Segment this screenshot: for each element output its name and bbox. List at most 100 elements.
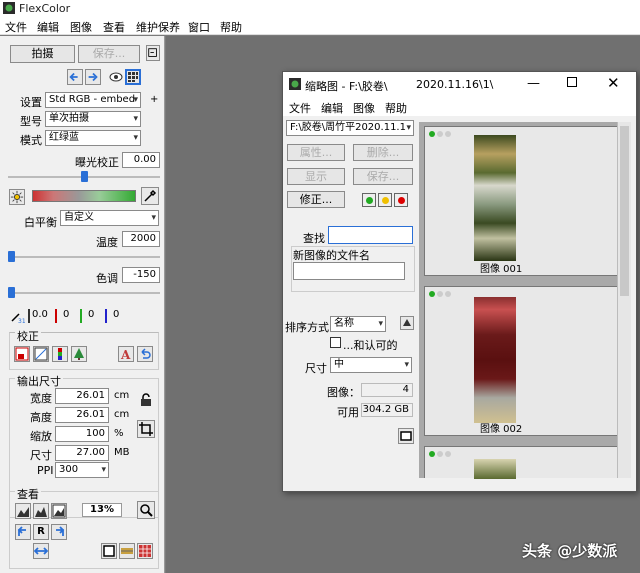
zoom-button[interactable]	[137, 501, 155, 519]
thumbnail-card[interactable]: 图像 002	[424, 286, 622, 436]
rotate-left-button[interactable]	[15, 524, 31, 540]
grid-overlay-button[interactable]	[137, 543, 153, 559]
wb-value: 自定义	[64, 212, 94, 223]
tw-menu-help[interactable]: 帮助	[385, 100, 407, 116]
temp-label: 温度	[96, 236, 118, 249]
mode-select[interactable]: 红绿蓝 ▾	[45, 130, 141, 146]
strip-view-button[interactable]	[119, 543, 135, 559]
menu-maintenance[interactable]: 维护保养	[136, 19, 180, 35]
fix-button[interactable]: 修正...	[287, 191, 345, 208]
next-button[interactable]	[85, 69, 101, 85]
scrollbar-thumb[interactable]	[620, 126, 629, 296]
thumbnail-scrollbar[interactable]	[617, 122, 631, 478]
frame-view-button[interactable]	[101, 543, 117, 559]
preview-button[interactable]	[398, 428, 414, 444]
letter-a-icon: A	[120, 348, 131, 362]
tint-field[interactable]: -150	[122, 267, 160, 283]
tw-menu-file[interactable]: 文件	[289, 100, 311, 116]
temp-slider-track[interactable]	[8, 256, 160, 258]
histogram-mid-button[interactable]	[33, 503, 49, 519]
green-dot-icon	[429, 291, 435, 297]
rating-green[interactable]	[362, 193, 376, 207]
grid-view-button[interactable]	[125, 69, 141, 85]
tint-slider-track[interactable]	[8, 292, 160, 294]
thumb-size-select[interactable]: 中 ▾	[330, 357, 412, 373]
capture-button[interactable]: 拍摄	[10, 45, 75, 63]
chevron-down-icon: ▾	[101, 465, 106, 475]
eyedropper-button[interactable]	[141, 187, 159, 205]
frame-icon	[103, 545, 115, 557]
delete-button[interactable]: 删除...	[353, 144, 413, 161]
minimize-icon[interactable]: —	[527, 76, 540, 91]
tint-slider-thumb[interactable]	[8, 287, 15, 298]
tw-menu-image[interactable]: 图像	[353, 100, 375, 116]
tw-menu-edit[interactable]: 编辑	[321, 100, 343, 116]
temp-slider-thumb[interactable]	[8, 251, 15, 262]
histogram-high-button[interactable]	[51, 503, 67, 519]
show-button[interactable]: 显示	[287, 168, 345, 185]
width-label: 宽度	[30, 392, 52, 405]
settings-select[interactable]: Std RGB - embed ▾	[45, 92, 141, 108]
green-dot-icon	[429, 451, 435, 457]
sort-direction-button[interactable]	[400, 316, 414, 330]
eye-button[interactable]	[108, 69, 124, 85]
grey-dot-icon	[445, 131, 451, 137]
picker-tool[interactable]: 31	[9, 308, 26, 325]
picker-value-g: 0	[80, 309, 100, 323]
close-icon[interactable]: ✕	[607, 74, 620, 92]
model-select[interactable]: 单次拍摄 ▾	[45, 111, 141, 127]
text-tool-button[interactable]: A	[118, 346, 134, 362]
find-input[interactable]	[328, 226, 413, 244]
histogram-icon	[17, 507, 29, 517]
sort-select[interactable]: 名称 ▾	[330, 316, 386, 332]
approved-checkbox[interactable]	[330, 337, 341, 348]
save-button[interactable]: 保存...	[78, 45, 140, 63]
undo-icon	[141, 348, 151, 359]
add-settings-icon[interactable]: +	[150, 94, 158, 105]
undo-button[interactable]	[137, 346, 153, 362]
sharpen-button[interactable]	[71, 346, 87, 362]
maximize-icon[interactable]	[567, 77, 577, 87]
ppi-select[interactable]: 300 ▾	[55, 462, 109, 478]
scale-field[interactable]: 100	[55, 426, 109, 442]
panel-toggle-button[interactable]	[146, 45, 160, 61]
rotate-right-button[interactable]	[51, 524, 67, 540]
thumbnail-card[interactable]: 图像 001	[424, 126, 622, 276]
tw-save-button[interactable]: 保存...	[353, 168, 413, 185]
sun-icon	[10, 190, 24, 204]
rating-yellow[interactable]	[378, 193, 392, 207]
size-field[interactable]: 27.00	[55, 445, 109, 461]
menu-image[interactable]: 图像	[70, 19, 92, 35]
properties-button[interactable]: 属性...	[287, 144, 345, 161]
menu-window[interactable]: 窗口	[188, 19, 210, 35]
menu-file[interactable]: 文件	[5, 19, 27, 35]
folder-path-select[interactable]: F:\胶卷\周竹平2020.11.1 ▾	[286, 120, 414, 136]
thumbnail-card[interactable]	[424, 446, 622, 479]
rotate-right-icon	[56, 526, 65, 536]
temp-field[interactable]: 2000	[122, 231, 160, 247]
flip-button[interactable]	[33, 543, 49, 559]
menu-help[interactable]: 帮助	[220, 19, 242, 35]
histogram-low-button[interactable]	[15, 503, 31, 519]
ppi-label: PPI	[37, 464, 54, 477]
reset-rotation-button[interactable]: R	[33, 524, 49, 540]
color-button[interactable]	[52, 346, 68, 362]
width-field[interactable]: 26.01	[55, 388, 109, 404]
wb-select[interactable]: 自定义 ▾	[60, 210, 159, 226]
prev-button[interactable]	[67, 69, 83, 85]
find-label: 查找	[303, 232, 325, 245]
menu-edit[interactable]: 编辑	[37, 19, 59, 35]
exposure-slider-thumb[interactable]	[80, 171, 88, 182]
light-button[interactable]	[9, 189, 25, 205]
levels-button[interactable]	[14, 346, 30, 362]
exposure-field[interactable]: 0.00	[122, 152, 160, 168]
crop-button[interactable]	[137, 420, 155, 438]
height-field[interactable]: 26.01	[55, 407, 109, 423]
rating-red[interactable]	[394, 193, 408, 207]
grid-icon	[128, 72, 138, 82]
menu-view[interactable]: 查看	[103, 19, 125, 35]
lock-button[interactable]	[138, 392, 154, 408]
available-value: 304.2 GB	[361, 403, 413, 417]
curves-button[interactable]	[33, 346, 49, 362]
new-name-input[interactable]	[293, 262, 405, 280]
